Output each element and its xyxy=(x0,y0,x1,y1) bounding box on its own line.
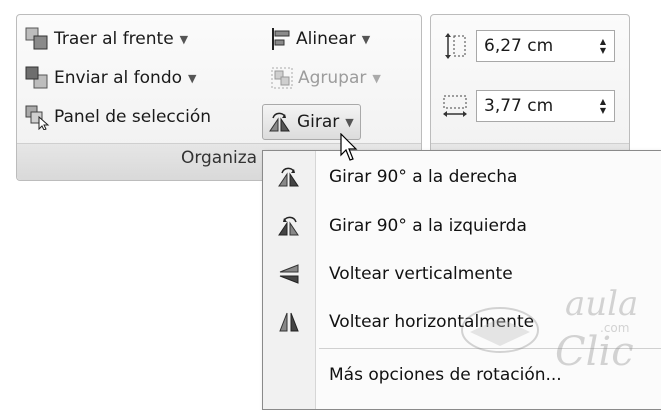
rotate-left-icon xyxy=(263,202,315,250)
shape-width-control: 3,77 cm ▲ ▼ xyxy=(442,90,615,122)
shape-height-input[interactable]: 6,27 cm ▲ ▼ xyxy=(476,30,615,62)
menu-item-label: Girar 90° a la izquierda xyxy=(329,216,527,236)
menu-item-rotate-left[interactable]: Girar 90° a la izquierda xyxy=(263,202,661,250)
menu-item-label: Girar 90° a la derecha xyxy=(329,167,518,187)
align-icon xyxy=(270,26,292,52)
height-spinner[interactable]: ▲ ▼ xyxy=(600,37,606,55)
group-button[interactable]: Agrupar ▼ xyxy=(270,61,381,95)
send-to-back-icon xyxy=(24,65,50,91)
chevron-down-icon: ▼ xyxy=(179,32,189,46)
spin-up-icon[interactable]: ▲ xyxy=(600,37,606,46)
chevron-down-icon: ▼ xyxy=(361,32,371,46)
shape-width-icon xyxy=(442,92,470,120)
shape-height-value: 6,27 cm xyxy=(484,36,554,56)
aulaclic-watermark: aula Clic .com xyxy=(460,270,650,380)
rotate-right-icon xyxy=(263,153,315,201)
spin-down-icon[interactable]: ▼ xyxy=(600,46,606,55)
bring-to-front-button[interactable]: Traer al frente ▼ xyxy=(24,22,188,56)
group-objects-icon xyxy=(270,65,294,91)
watermark-text-top: aula xyxy=(565,284,638,324)
flip-vertical-icon xyxy=(263,250,315,298)
watermark-text-bottom: Clic xyxy=(555,329,634,375)
spin-down-icon[interactable]: ▼ xyxy=(600,106,606,115)
chevron-down-icon: ▼ xyxy=(188,71,197,85)
selection-pane-label: Panel de selección xyxy=(54,107,212,127)
flip-horizontal-icon xyxy=(263,298,315,346)
selection-pane-icon xyxy=(24,104,50,131)
spin-up-icon[interactable]: ▲ xyxy=(600,97,606,106)
send-to-back-label: Enviar al fondo xyxy=(54,68,183,88)
mouse-cursor-icon xyxy=(340,132,360,167)
chevron-down-icon: ▼ xyxy=(372,71,381,85)
shape-width-input[interactable]: 3,77 cm ▲ ▼ xyxy=(476,90,615,122)
chevron-down-icon: ▼ xyxy=(345,115,354,129)
rotate-label: Girar xyxy=(297,112,340,132)
shape-height-icon xyxy=(442,32,470,60)
align-button[interactable]: Alinear ▼ xyxy=(270,22,370,56)
group-label: Agrupar xyxy=(298,68,367,88)
send-to-back-button[interactable]: Enviar al fondo ▼ xyxy=(24,61,196,95)
empty-icon-slot xyxy=(263,351,315,399)
width-spinner[interactable]: ▲ ▼ xyxy=(600,97,606,115)
selection-pane-button[interactable]: Panel de selección xyxy=(24,100,211,134)
shape-height-control: 6,27 cm ▲ ▼ xyxy=(442,30,615,62)
shape-width-value: 3,77 cm xyxy=(484,96,554,116)
bring-to-front-label: Traer al frente xyxy=(54,29,174,49)
bring-to-front-icon xyxy=(24,26,50,52)
rotate-icon xyxy=(267,109,293,135)
menu-item-rotate-right[interactable]: Girar 90° a la derecha xyxy=(263,153,661,201)
watermark-text-small: .com xyxy=(600,321,629,335)
align-label: Alinear xyxy=(296,29,356,49)
